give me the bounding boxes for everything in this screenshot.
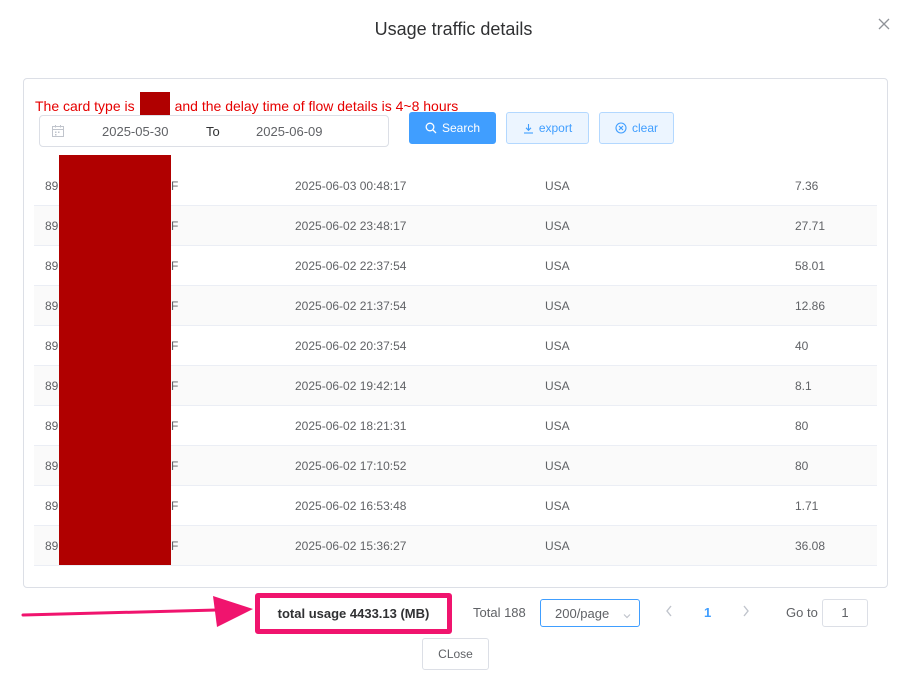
usage-time: 2025-06-03 00:48:17 (295, 179, 407, 193)
chevron-down-icon (622, 609, 632, 624)
iccid-suffix: F (171, 539, 179, 553)
country: USA (545, 219, 570, 233)
usage-value: 40 (795, 339, 809, 353)
iccid-prefix: 89 (45, 419, 59, 433)
page-size-select[interactable]: 200/page (540, 599, 640, 627)
iccid-suffix: F (171, 379, 179, 393)
country: USA (545, 379, 570, 393)
iccid-suffix: F (171, 459, 179, 473)
usage-time: 2025-06-02 20:37:54 (295, 339, 407, 353)
iccid-prefix: 89 (45, 259, 59, 273)
page-number-1[interactable]: 1 (704, 605, 711, 620)
country: USA (545, 259, 570, 273)
usage-time: 2025-06-02 18:21:31 (295, 419, 407, 433)
iccid-suffix: F (171, 339, 179, 353)
search-button-label: Search (441, 121, 481, 135)
iccid-suffix: F (171, 419, 179, 433)
notice-text-before: The card type is (35, 98, 135, 114)
iccid-suffix: F (171, 499, 179, 513)
usage-value: 80 (795, 459, 809, 473)
iccid-prefix: 89 (45, 299, 59, 313)
close-button-label: CLose (438, 647, 473, 661)
dialog-title: Usage traffic details (374, 19, 533, 39)
circle-close-icon (615, 122, 627, 134)
usage-time: 2025-06-02 19:42:14 (295, 379, 407, 393)
usage-time: 2025-06-02 15:36:27 (295, 539, 407, 553)
download-icon (523, 123, 533, 134)
end-date-input[interactable]: 2025-06-09 (256, 124, 323, 139)
range-separator: To (206, 124, 220, 139)
country: USA (545, 499, 570, 513)
clear-button[interactable]: clear (599, 112, 674, 144)
total-count: Total 188 (473, 605, 526, 620)
usage-value: 80 (795, 419, 809, 433)
export-button-label: export (538, 121, 573, 135)
country: USA (545, 539, 570, 553)
iccid-prefix: 89 (45, 459, 59, 473)
iccid-suffix: F (171, 299, 179, 313)
iccid-suffix: F (171, 179, 179, 193)
usage-time: 2025-06-02 22:37:54 (295, 259, 407, 273)
usage-value: 1.71 (795, 499, 819, 513)
goto-page-input[interactable]: 1 (822, 599, 868, 627)
iccid-suffix: F (171, 219, 179, 233)
iccid-prefix: 89 (45, 179, 59, 193)
total-usage-highlight: total usage 4433.13 (MB) (255, 593, 452, 634)
redacted-iccid-column (59, 155, 171, 565)
details-panel: The card type is and the delay time of f… (23, 78, 888, 588)
usage-time: 2025-06-02 16:53:48 (295, 499, 407, 513)
export-button[interactable]: export (506, 112, 589, 144)
search-icon (425, 122, 437, 134)
usage-value: 36.08 (795, 539, 826, 553)
usage-value: 58.01 (795, 259, 826, 273)
usage-value: 7.36 (795, 179, 819, 193)
iccid-prefix: 89 (45, 219, 59, 233)
total-usage-text: total usage 4433.13 (MB) (277, 606, 430, 621)
close-button[interactable]: CLose (422, 638, 489, 670)
clear-button-label: clear (631, 121, 658, 135)
country: USA (545, 339, 570, 353)
goto-label: Go to (786, 605, 818, 620)
country: USA (545, 459, 570, 473)
annotation-arrow-icon (21, 596, 253, 627)
usage-time: 2025-06-02 23:48:17 (295, 219, 407, 233)
page-size-value: 200/page (555, 606, 610, 621)
usage-value: 8.1 (795, 379, 812, 393)
country: USA (545, 179, 570, 193)
usage-time: 2025-06-02 17:10:52 (295, 459, 407, 473)
usage-time: 2025-06-02 21:37:54 (295, 299, 407, 313)
usage-value: 27.71 (795, 219, 826, 233)
iccid-suffix: F (171, 259, 179, 273)
iccid-prefix: 89 (45, 539, 59, 553)
iccid-prefix: 89 (45, 379, 59, 393)
date-range-picker[interactable]: 2025-05-30 To 2025-06-09 (39, 115, 389, 147)
usage-value: 12.86 (795, 299, 826, 313)
calendar-icon (51, 124, 65, 138)
iccid-prefix: 89 (45, 499, 59, 513)
close-icon[interactable] (877, 17, 893, 33)
search-button[interactable]: Search (409, 112, 496, 144)
start-date-input[interactable]: 2025-05-30 (102, 124, 169, 139)
usage-traffic-dialog: Usage traffic details The card type is a… (0, 0, 907, 685)
country: USA (545, 299, 570, 313)
next-page-icon[interactable] (741, 604, 751, 623)
prev-page-icon[interactable] (664, 604, 674, 623)
country: USA (545, 419, 570, 433)
iccid-prefix: 89 (45, 339, 59, 353)
